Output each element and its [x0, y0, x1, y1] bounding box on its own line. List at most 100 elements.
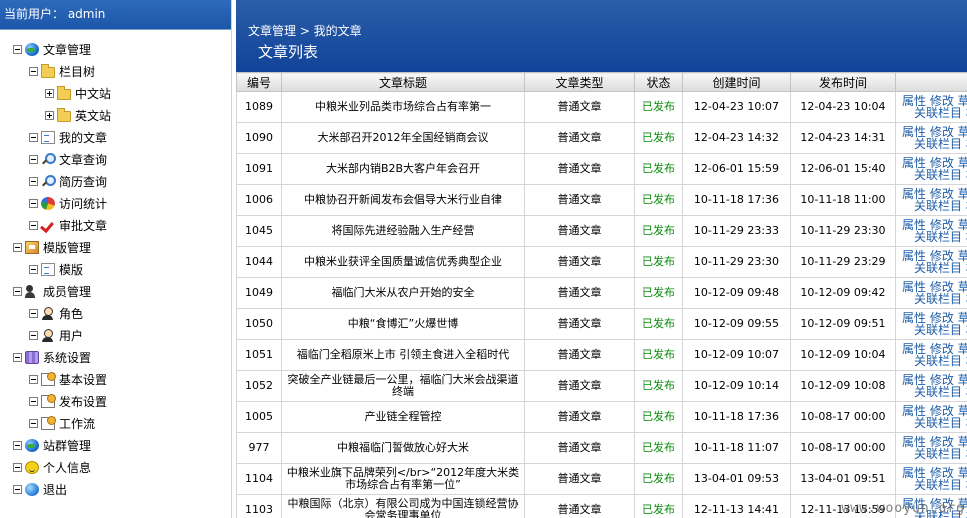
doc-icon — [41, 130, 55, 144]
cell-title[interactable]: 中粮米业列品类市场综合占有率第一 — [281, 91, 525, 123]
tree-item-label: 我的文章 — [59, 130, 108, 145]
tree-item[interactable]: 中文站 — [45, 82, 111, 104]
cell-title[interactable]: 中粮米业获评全国质量诚信优秀典型企业 — [281, 246, 525, 278]
cell-created: 12-11-13 14:41 — [682, 494, 791, 518]
settings-icon — [41, 415, 56, 430]
cell-published: 10-08-17 00:00 — [790, 401, 896, 433]
collapse-icon[interactable] — [13, 44, 22, 54]
tree-item[interactable]: 文章管理 — [13, 38, 91, 60]
collapse-icon[interactable] — [29, 198, 38, 208]
tree-item[interactable]: 退出 — [13, 478, 67, 500]
collapse-icon[interactable] — [29, 308, 38, 318]
tree-item[interactable]: 成员管理 — [13, 280, 91, 302]
cell-title[interactable]: 中粮协召开新闻发布会倡导大米行业自律 — [281, 184, 525, 216]
cell-id: 1045 — [236, 215, 282, 247]
cell-title[interactable]: 将国际先进经验融入生产经营 — [281, 215, 525, 247]
tree-item[interactable]: 我的文章 — [29, 126, 107, 148]
cell-title[interactable]: 大米部召开2012年全国经销商会议 — [281, 122, 525, 154]
cell-title[interactable]: 中粮福临门誓做放心好大米 — [281, 432, 525, 464]
tree-item[interactable]: 系统设置 — [13, 346, 91, 368]
cell-type: 普通文章 — [524, 401, 635, 433]
tree-item[interactable]: 模版 — [29, 258, 83, 280]
logout-icon — [25, 482, 39, 496]
cell-id: 1050 — [236, 308, 282, 340]
cell-published: 10-11-29 23:29 — [790, 246, 896, 278]
cell-id: 1006 — [236, 184, 282, 216]
action-links-line2[interactable]: 关联栏目 相 — [914, 106, 967, 120]
tree-item[interactable]: 访问统计 — [29, 192, 107, 214]
tree-item[interactable]: 发布设置 — [29, 390, 107, 412]
tree-item[interactable]: 基本设置 — [29, 368, 107, 390]
action-links-line2[interactable]: 关联栏目 相 — [914, 199, 967, 213]
cell-type: 普通文章 — [524, 215, 635, 247]
cell-title[interactable]: 中粮“食博汇”火爆世博 — [281, 308, 525, 340]
column-header: 编号 — [236, 72, 282, 92]
collapse-icon[interactable] — [13, 462, 22, 472]
tree-item[interactable]: 工作流 — [29, 412, 95, 434]
action-links-line2[interactable]: 关联栏目 相 — [914, 416, 967, 430]
expand-icon[interactable] — [45, 88, 54, 98]
collapse-icon[interactable] — [13, 352, 22, 362]
action-links-line2[interactable]: 关联栏目 相 — [914, 261, 967, 275]
tree-item[interactable]: 文章查询 — [29, 148, 107, 170]
table-row: 1090 大米部召开2012年全国经销商会议 普通文章 已发布 12-04-23 14:… — [236, 122, 967, 154]
collapse-icon[interactable] — [29, 374, 38, 384]
cell-id: 1044 — [236, 246, 282, 278]
tmpl-icon — [25, 240, 39, 254]
cell-id: 1090 — [236, 122, 282, 154]
cell-actions: 属性 修改 草关联栏目 相 — [895, 432, 967, 464]
tree-item[interactable]: 简历查询 — [29, 170, 107, 192]
tree-item[interactable]: 栏目树 — [29, 60, 95, 82]
collapse-icon[interactable] — [13, 242, 22, 252]
action-links-line2[interactable]: 关联栏目 相 — [914, 385, 967, 399]
smile-icon — [25, 460, 39, 474]
tree-item[interactable]: 审批文章 — [29, 214, 107, 236]
tree-item[interactable]: 个人信息 — [13, 456, 91, 478]
collapse-icon[interactable] — [29, 220, 38, 230]
tree-item-label: 发布设置 — [59, 394, 108, 409]
collapse-icon[interactable] — [13, 484, 22, 494]
tree-item-label: 个人信息 — [43, 460, 92, 475]
action-links-line2[interactable]: 关联栏目 相 — [914, 447, 967, 461]
tree-item[interactable]: 角色 — [29, 302, 83, 324]
collapse-icon[interactable] — [29, 418, 38, 428]
tree-item[interactable]: 用户 — [29, 324, 83, 346]
cell-title[interactable]: 福临门大米从农户开始的安全 — [281, 277, 525, 309]
action-links-line2[interactable]: 关联栏目 相 — [914, 478, 967, 492]
cell-actions: 属性 修改 草关联栏目 相 — [895, 122, 967, 154]
cell-title[interactable]: 产业链全程管控 — [281, 401, 525, 433]
table-row: 1005 产业链全程管控 普通文章 已发布 10-11-18 17:36 10-08-17… — [236, 401, 967, 433]
tree-item[interactable]: 英文站 — [45, 104, 111, 126]
action-links-line2[interactable]: 关联栏目 相 — [914, 230, 967, 244]
tree-item[interactable]: 站群管理 — [13, 434, 91, 456]
collapse-icon[interactable] — [29, 154, 38, 164]
collapse-icon[interactable] — [29, 66, 38, 76]
collapse-icon[interactable] — [29, 330, 38, 340]
cell-title[interactable]: 中粮国际（北京）有限公司成为中国连锁经营协会常务理事单位 — [281, 494, 525, 518]
cell-published: 10-12-09 10:04 — [790, 339, 896, 371]
collapse-icon[interactable] — [29, 264, 38, 274]
action-links-line2[interactable]: 关联栏目 相 — [914, 354, 967, 368]
tree-item[interactable]: 模版管理 — [13, 236, 91, 258]
cell-title[interactable]: 福临门全稻原米上市 引领主食进入全稻时代 — [281, 339, 525, 371]
action-links-line2[interactable]: 关联栏目 相 — [914, 137, 967, 151]
cell-title[interactable]: 大米部内销B2B大客户年会召开 — [281, 153, 525, 185]
table-row: 1006 中粮协召开新闻发布会倡导大米行业自律 普通文章 已发布 10-11-18 17… — [236, 184, 967, 216]
cell-title[interactable]: 突破全产业链最后一公里，福临门大米会战渠道终端 — [281, 370, 525, 402]
tree-item-label: 文章管理 — [43, 42, 92, 57]
cell-published: 10-08-17 00:00 — [790, 432, 896, 464]
collapse-icon[interactable] — [13, 286, 22, 296]
cell-created: 10-11-18 17:36 — [682, 401, 791, 433]
column-header: 发布时间 — [790, 72, 896, 92]
cell-title[interactable]: 中粮米业旗下品牌荣列</br>“2012年度大米类市场综合占有率第一位” — [281, 463, 525, 495]
expand-icon[interactable] — [45, 110, 54, 120]
collapse-icon[interactable] — [13, 440, 22, 450]
action-links-line2[interactable]: 关联栏目 相 — [914, 168, 967, 182]
action-links-line2[interactable]: 关联栏目 相 — [914, 292, 967, 306]
action-links-line2[interactable]: 关联栏目 相 — [914, 323, 967, 337]
collapse-icon[interactable] — [29, 176, 38, 186]
table-row: 1050 中粮“食博汇”火爆世博 普通文章 已发布 10-12-09 09:55 10-1… — [236, 308, 967, 340]
collapse-icon[interactable] — [29, 396, 38, 406]
header-banner: 文章管理 > 我的文章 文章列表 — [236, 0, 967, 72]
collapse-icon[interactable] — [29, 132, 38, 142]
